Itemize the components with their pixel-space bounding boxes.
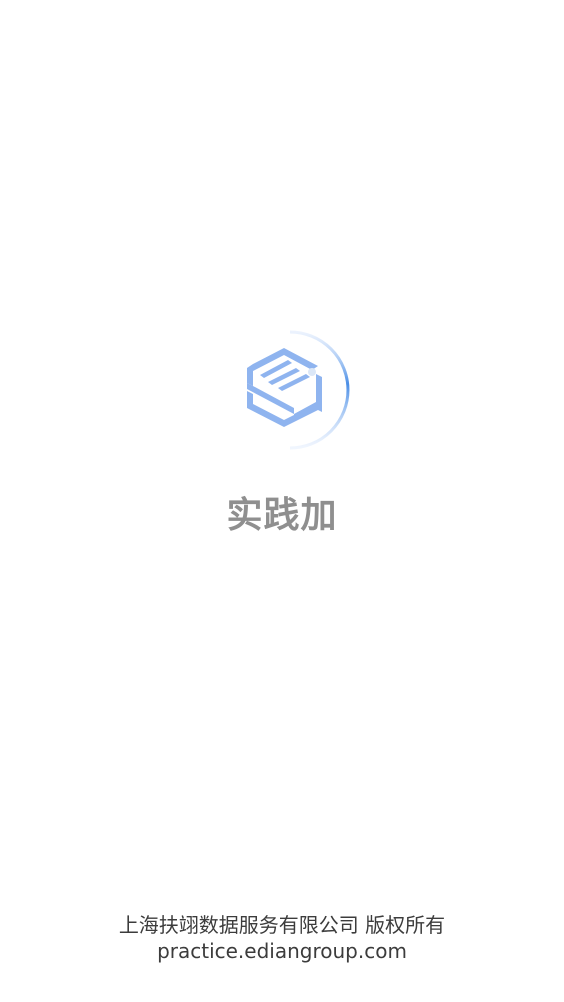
copyright-text: 上海扶翊数据服务有限公司 版权所有 xyxy=(118,913,446,937)
app-logo xyxy=(232,328,352,454)
app-name: 实践加 xyxy=(226,495,338,536)
stacked-s-cube-logo-icon xyxy=(247,330,350,450)
footer: 上海扶翊数据服务有限公司 版权所有 practice.ediangroup.co… xyxy=(0,912,564,964)
splash-screen: 实践加 上海扶翊数据服务有限公司 版权所有 practice.ediangrou… xyxy=(0,0,564,1002)
website-text: practice.ediangroup.com xyxy=(157,939,407,963)
